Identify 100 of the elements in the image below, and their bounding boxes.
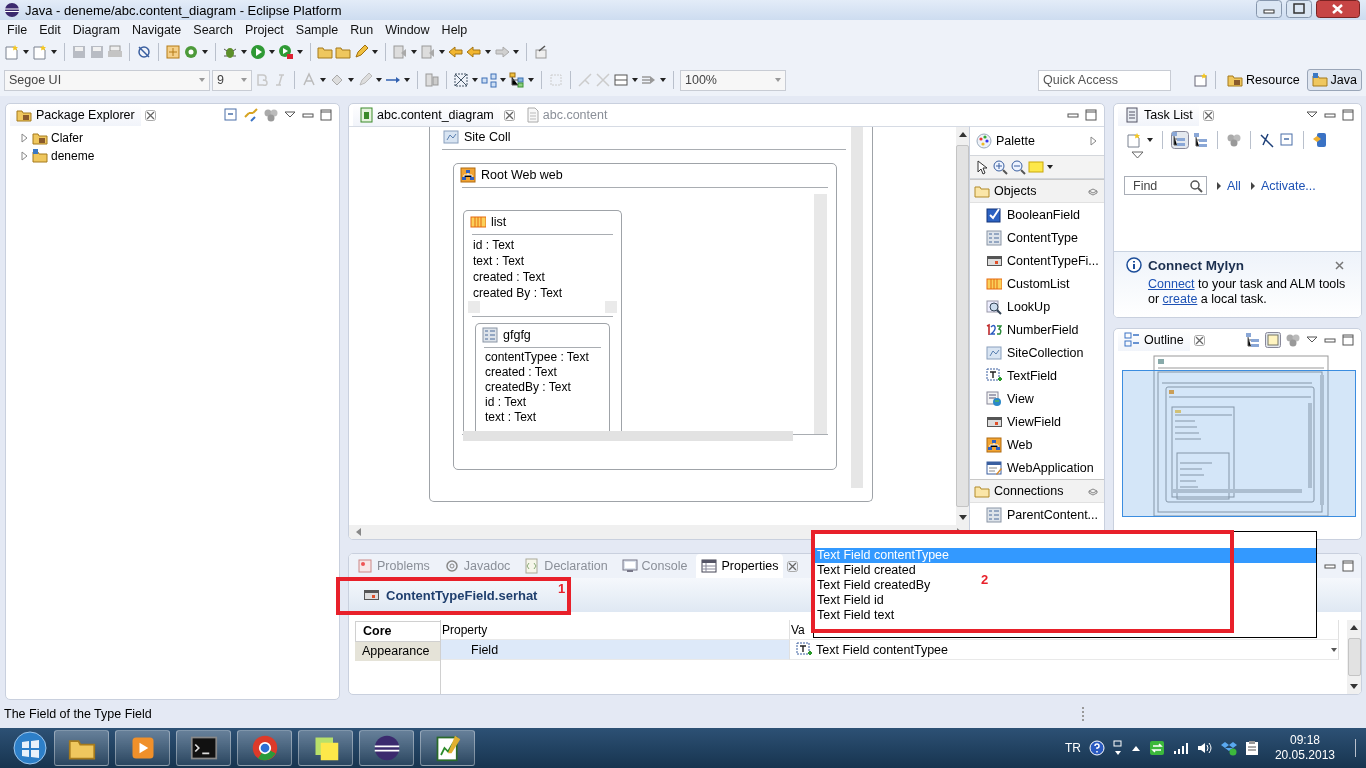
palette-item[interactable]: Web [1007, 437, 1033, 452]
close-icon[interactable] [1316, 0, 1360, 18]
link[interactable]: create [1162, 292, 1198, 306]
caret-icon[interactable] [438, 48, 446, 56]
language-bar-icon[interactable] [1112, 740, 1123, 756]
scrollbar[interactable] [851, 127, 863, 488]
caret-icon[interactable] [375, 76, 383, 84]
volume-icon[interactable] [1196, 741, 1213, 755]
open-folder-icon[interactable] [317, 44, 333, 60]
maximize-icon[interactable] [1341, 559, 1355, 573]
layout-icon[interactable] [509, 72, 525, 88]
select-grid-icon[interactable] [453, 72, 469, 88]
font-dropdown[interactable]: Segoe UI [4, 69, 210, 91]
collapse-all-icon[interactable] [223, 107, 239, 123]
caret-icon[interactable] [410, 48, 418, 56]
caret-icon[interactable] [527, 76, 535, 84]
find-field[interactable]: Find [1124, 176, 1207, 195]
dropdown-option[interactable]: Text Field text [814, 608, 895, 623]
close-icon[interactable] [1334, 260, 1345, 271]
sync-icon[interactable] [1148, 740, 1165, 756]
run-config-icon[interactable] [278, 44, 294, 60]
categorized-icon[interactable] [1171, 131, 1189, 149]
compartment-icon[interactable] [613, 72, 629, 88]
caret-icon[interactable] [484, 48, 492, 56]
tree-icon[interactable] [1245, 332, 1261, 348]
palette-item[interactable]: ContentTypeFi... [1007, 253, 1099, 268]
caret-icon[interactable] [471, 76, 479, 84]
scroll-up-icon[interactable] [958, 131, 967, 137]
maximize-icon[interactable] [1286, 0, 1312, 18]
caret-icon[interactable] [1046, 163, 1054, 171]
value-dropdown[interactable]: Text Field contentTypee [790, 640, 1339, 660]
palette-item[interactable]: ViewField [1007, 414, 1061, 429]
terminal-icon[interactable] [189, 734, 218, 762]
menu-item[interactable]: Sample [289, 23, 345, 37]
palette-item[interactable]: NumberField [1007, 322, 1079, 337]
zoom-in-icon[interactable] [992, 159, 1008, 175]
maximize-icon[interactable] [1341, 333, 1355, 347]
start-icon[interactable] [12, 730, 48, 766]
fill-color-icon[interactable] [329, 72, 345, 88]
expand-icon[interactable] [1248, 180, 1255, 191]
box-icon[interactable] [1220, 740, 1237, 756]
zoom-out-icon[interactable] [1010, 159, 1026, 175]
menu-item[interactable]: Edit [33, 23, 67, 37]
skip-icon[interactable] [136, 44, 152, 60]
section-tab[interactable]: Core [355, 621, 440, 642]
caret-icon[interactable] [201, 48, 209, 56]
close-icon[interactable] [1202, 109, 1214, 121]
palette-item[interactable]: BooleanField [1007, 207, 1080, 222]
help-icon[interactable] [1088, 740, 1105, 756]
view-tab[interactable]: Task List [1118, 104, 1199, 126]
minimize-icon[interactable] [1256, 0, 1282, 18]
caret-icon[interactable] [512, 48, 520, 56]
maximize-icon[interactable] [1084, 108, 1098, 122]
dropdown-option[interactable]: Text Field created [814, 563, 916, 578]
palette-item[interactable]: TextField [1007, 368, 1058, 383]
caret-icon[interactable] [296, 48, 304, 56]
dropdown-option[interactable]: Text Field id [814, 593, 884, 608]
maximize-icon[interactable] [1341, 108, 1355, 122]
caret-icon[interactable] [50, 48, 58, 56]
link-icon[interactable] [243, 107, 259, 123]
caret-icon[interactable] [631, 76, 639, 84]
menu-item[interactable]: Run [344, 23, 380, 37]
close-icon[interactable] [503, 109, 515, 121]
dropdown-option[interactable]: Text Field createdBy [814, 578, 931, 593]
zoom-dropdown[interactable]: 100% [680, 69, 786, 91]
palette-item[interactable]: SiteCollection [1007, 345, 1084, 360]
vertical-scrollbar[interactable] [956, 127, 969, 525]
clock-time[interactable]: 09:18 [1289, 733, 1320, 748]
clear-icon[interactable] [1259, 132, 1275, 148]
caret-icon[interactable] [347, 76, 355, 84]
palette-drawer[interactable]: Connections [970, 479, 1104, 503]
menu-item[interactable]: Window [379, 23, 436, 37]
menu-item[interactable]: Navigate [125, 23, 188, 37]
clipboard-icon[interactable] [1244, 740, 1259, 756]
view-tab[interactable]: Properties [696, 554, 784, 578]
caret-icon[interactable] [22, 48, 30, 56]
menu-item[interactable]: Help [435, 23, 474, 37]
line-color-icon[interactable] [357, 72, 373, 88]
caret-icon[interactable] [659, 76, 667, 84]
palette-item[interactable]: ParentContent... [1007, 507, 1099, 522]
perspective-button[interactable]: Java [1306, 69, 1362, 91]
show-hidden-icon[interactable] [1130, 744, 1141, 752]
link[interactable]: Activate... [1260, 178, 1316, 193]
sphere-icon[interactable] [372, 734, 401, 762]
link[interactable]: All [1227, 178, 1241, 193]
font-color-icon[interactable] [301, 72, 317, 88]
tree-item[interactable]: Clafer [51, 131, 83, 145]
close-icon[interactable] [787, 560, 799, 572]
maximize-icon[interactable] [319, 108, 333, 122]
menu-item[interactable]: Project [238, 23, 290, 37]
signal-icon[interactable] [1172, 741, 1189, 755]
tree-item[interactable]: deneme [51, 149, 95, 163]
scroll-down-icon[interactable] [1350, 684, 1358, 690]
palette-item[interactable]: LookUp [1007, 299, 1051, 314]
scroll-up-icon[interactable] [1350, 624, 1358, 630]
caret-icon[interactable] [499, 76, 507, 84]
clock-date[interactable]: 20.05.2013 [1274, 748, 1335, 763]
font-size-dropdown[interactable]: 9 [212, 69, 252, 91]
scroll-down-icon[interactable] [958, 515, 967, 521]
collapse-icon[interactable] [1089, 136, 1098, 146]
